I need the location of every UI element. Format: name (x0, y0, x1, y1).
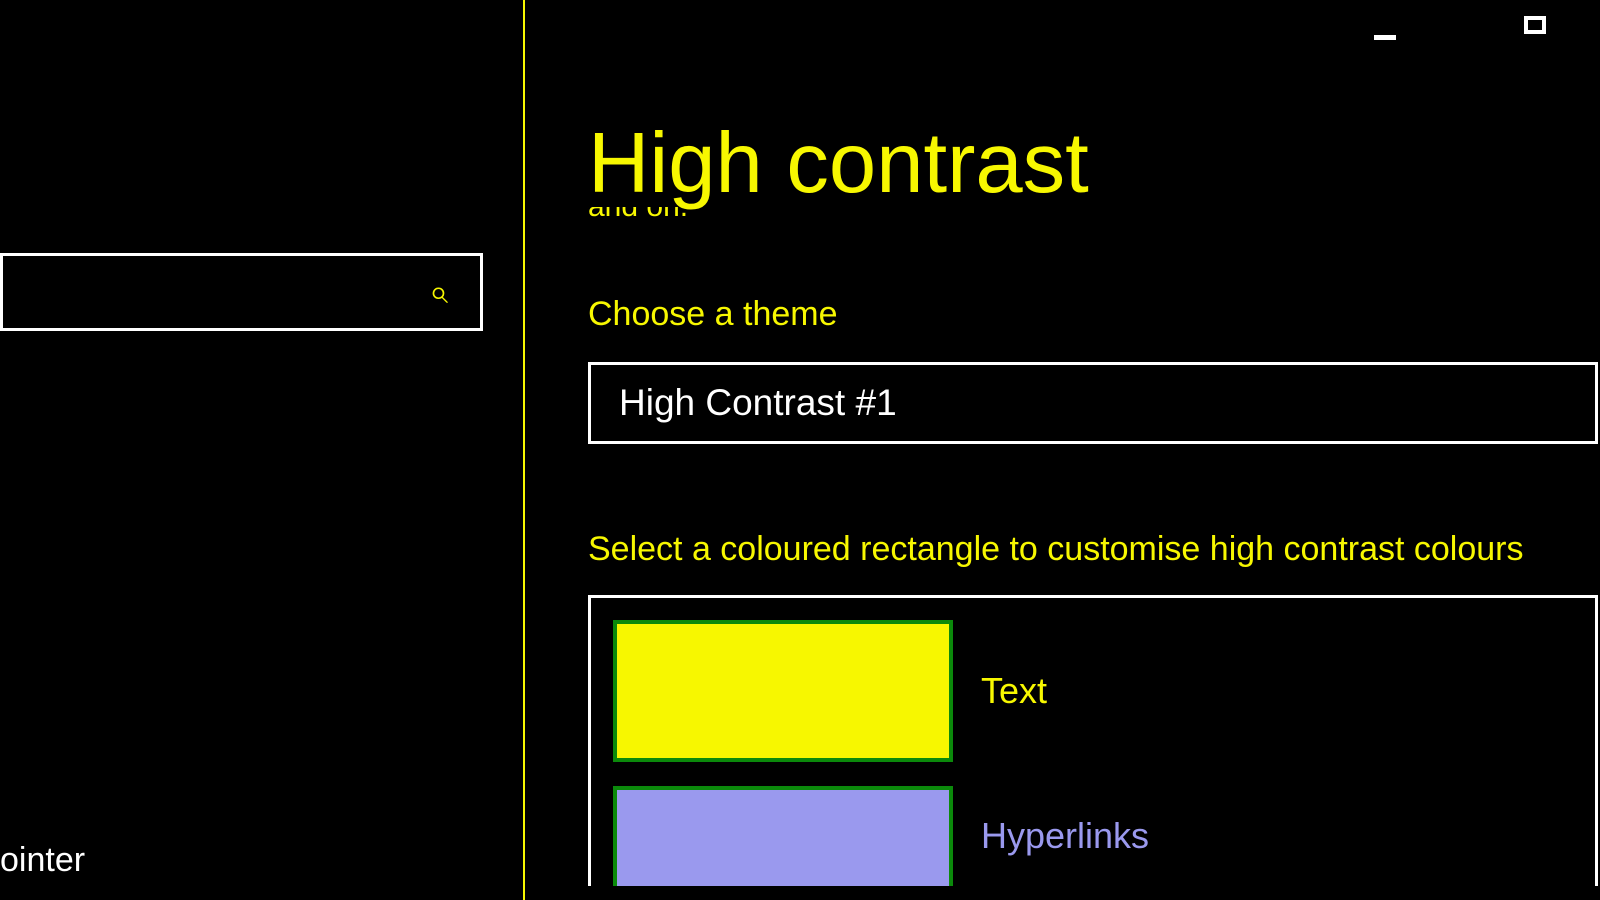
sidebar-item-pointer[interactable]: ointer (0, 841, 85, 880)
colour-swatches-panel: Text Hyperlinks (588, 595, 1598, 886)
theme-dropdown-value: High Contrast #1 (619, 382, 897, 424)
main-content: High contrast and on. Choose a theme Hig… (588, 0, 1600, 900)
choose-theme-label: Choose a theme (588, 295, 1600, 334)
swatch-label-text: Text (981, 670, 1047, 712)
swatch-label-hyperlinks: Hyperlinks (981, 815, 1149, 857)
hyperlinks-colour-swatch[interactable] (613, 786, 953, 886)
theme-dropdown[interactable]: High Contrast #1 (588, 362, 1598, 444)
text-colour-swatch[interactable] (613, 620, 953, 762)
page-title: High contrast (588, 115, 1600, 213)
search-input[interactable]: ⌕ (0, 253, 483, 331)
sidebar: ⌕ ointer (0, 0, 525, 900)
search-icon: ⌕ (429, 273, 448, 312)
swatch-row-hyperlinks: Hyperlinks (613, 786, 1573, 886)
swatch-row-text: Text (613, 620, 1573, 762)
customise-colours-label: Select a coloured rectangle to customise… (588, 530, 1600, 569)
